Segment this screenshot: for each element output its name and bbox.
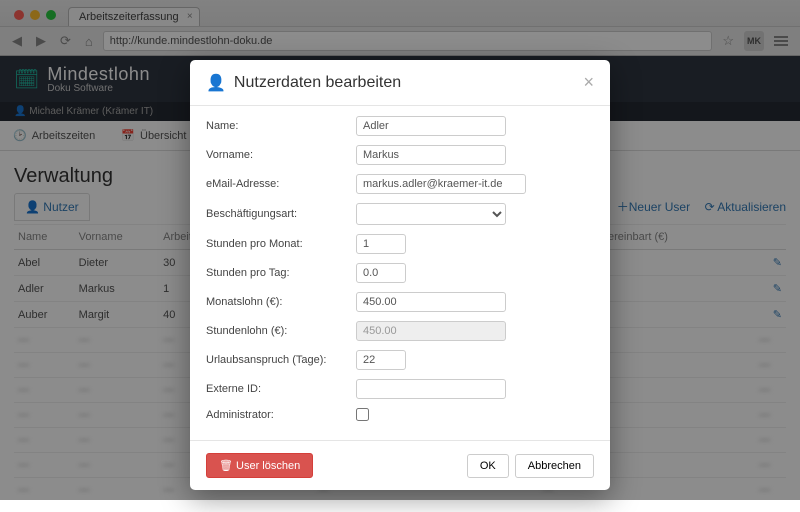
label-vorname: Vorname: — [206, 149, 356, 161]
trash-icon: 🗑 — [219, 460, 233, 472]
vorname-input[interactable] — [356, 145, 506, 165]
label-email: eMail-Adresse: — [206, 178, 356, 190]
edit-user-modal: 👤 Nutzerdaten bearbeiten × Name: Vorname:… — [190, 60, 610, 490]
label-spt: Stunden pro Tag: — [206, 267, 356, 279]
ok-button[interactable]: OK — [467, 454, 509, 478]
spm-input[interactable] — [356, 234, 406, 254]
spt-input[interactable] — [356, 263, 406, 283]
label-ext: Externe ID: — [206, 383, 356, 395]
label-name: Name: — [206, 120, 356, 132]
label-urlaub: Urlaubsanspruch (Tage): — [206, 354, 356, 366]
label-mlohn: Monatslohn (€): — [206, 296, 356, 308]
label-spm: Stunden pro Monat: — [206, 238, 356, 250]
delete-user-button[interactable]: 🗑 User löschen — [206, 453, 313, 478]
cancel-button[interactable]: Abbrechen — [515, 454, 594, 478]
slohn-input — [356, 321, 506, 341]
name-input[interactable] — [356, 116, 506, 136]
label-slohn: Stundenlohn (€): — [206, 325, 356, 337]
modal-title: Nutzerdaten bearbeiten — [234, 74, 401, 92]
art-select[interactable] — [356, 203, 506, 225]
ext-input[interactable] — [356, 379, 506, 399]
user-icon: 👤 — [206, 73, 226, 93]
admin-checkbox[interactable] — [356, 408, 369, 421]
close-icon[interactable]: × — [583, 72, 594, 93]
label-admin: Administrator: — [206, 409, 356, 421]
mlohn-input[interactable] — [356, 292, 506, 312]
label-art: Beschäftigungsart: — [206, 208, 356, 220]
email-input[interactable] — [356, 174, 526, 194]
urlaub-input[interactable] — [356, 350, 406, 370]
